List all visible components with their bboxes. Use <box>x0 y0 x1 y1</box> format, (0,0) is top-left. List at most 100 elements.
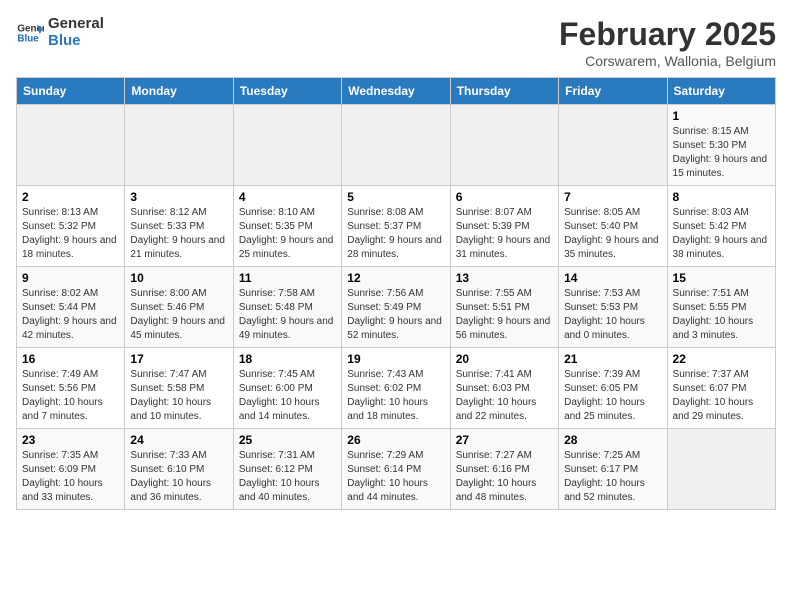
calendar-cell: 27 Sunrise: 7:27 AM Sunset: 6:16 PM Dayli… <box>450 429 558 510</box>
day-number: 8 <box>673 190 770 204</box>
calendar-week-5: 23 Sunrise: 7:35 AM Sunset: 6:09 PM Dayli… <box>17 429 776 510</box>
logo-icon: General Blue <box>16 19 44 47</box>
day-info: Sunrise: 7:31 AM Sunset: 6:12 PM Dayligh… <box>239 449 336 505</box>
day-number: 25 <box>239 433 336 447</box>
day-info: Sunrise: 7:55 AM Sunset: 5:51 PM Dayligh… <box>456 287 553 343</box>
calendar-cell: 4Sunrise: 8:10 AM Sunset: 5:35 PM Daylig… <box>233 186 341 267</box>
day-number: 28 <box>564 433 661 447</box>
calendar-week-2: 2 Sunrise: 8:13 AM Sunset: 5:32 PM Daylig… <box>17 186 776 267</box>
day-info: Sunrise: 7:25 AM Sunset: 6:17 PM Dayligh… <box>564 449 661 505</box>
header-sunday: Sunday <box>17 78 125 105</box>
day-number: 12 <box>347 271 444 285</box>
day-info: Sunrise: 7:41 AM Sunset: 6:03 PM Dayligh… <box>456 368 553 424</box>
day-number: 7 <box>564 190 661 204</box>
calendar-cell <box>667 429 775 510</box>
calendar-cell: 15 Sunrise: 7:51 AM Sunset: 5:55 PM Dayli… <box>667 267 775 348</box>
day-number: 14 <box>564 271 661 285</box>
calendar-cell <box>17 105 125 186</box>
title-block: February 2025 Corswarem, Wallonia, Belgi… <box>559 16 776 69</box>
day-info: Sunrise: 8:08 AM Sunset: 5:37 PM Dayligh… <box>347 206 444 262</box>
day-info: Sunrise: 8:03 AM Sunset: 5:42 PM Dayligh… <box>673 206 770 262</box>
calendar-cell <box>342 105 450 186</box>
day-info: Sunrise: 7:51 AM Sunset: 5:55 PM Dayligh… <box>673 287 770 343</box>
calendar-cell: 8 Sunrise: 8:03 AM Sunset: 5:42 PM Daylig… <box>667 186 775 267</box>
calendar-cell: 10 Sunrise: 8:00 AM Sunset: 5:46 PM Dayli… <box>125 267 233 348</box>
header-saturday: Saturday <box>667 78 775 105</box>
day-info: Sunrise: 7:33 AM Sunset: 6:10 PM Dayligh… <box>130 449 227 505</box>
day-number: 27 <box>456 433 553 447</box>
day-number: 22 <box>673 352 770 366</box>
day-number: 9 <box>22 271 119 285</box>
calendar-cell: 2 Sunrise: 8:13 AM Sunset: 5:32 PM Daylig… <box>17 186 125 267</box>
calendar-cell: 9 Sunrise: 8:02 AM Sunset: 5:44 PM Daylig… <box>17 267 125 348</box>
day-info: Sunrise: 7:27 AM Sunset: 6:16 PM Dayligh… <box>456 449 553 505</box>
day-number: 13 <box>456 271 553 285</box>
day-number: 2 <box>22 190 119 204</box>
day-info: Sunrise: 8:05 AM Sunset: 5:40 PM Dayligh… <box>564 206 661 262</box>
day-info: Sunrise: 7:56 AM Sunset: 5:49 PM Dayligh… <box>347 287 444 343</box>
calendar-cell: 17 Sunrise: 7:47 AM Sunset: 5:58 PM Dayli… <box>125 348 233 429</box>
header-friday: Friday <box>559 78 667 105</box>
logo: General Blue General Blue <box>16 16 104 49</box>
day-number: 26 <box>347 433 444 447</box>
day-number: 18 <box>239 352 336 366</box>
day-info: Sunrise: 7:37 AM Sunset: 6:07 PM Dayligh… <box>673 368 770 424</box>
calendar-cell: 25 Sunrise: 7:31 AM Sunset: 6:12 PM Dayli… <box>233 429 341 510</box>
calendar-cell: 26 Sunrise: 7:29 AM Sunset: 6:14 PM Dayli… <box>342 429 450 510</box>
day-info: Sunrise: 8:02 AM Sunset: 5:44 PM Dayligh… <box>22 287 119 343</box>
header-tuesday: Tuesday <box>233 78 341 105</box>
calendar-cell: 1 Sunrise: 8:15 AM Sunset: 5:30 PM Daylig… <box>667 105 775 186</box>
day-number: 23 <box>22 433 119 447</box>
logo-general: General <box>48 16 104 33</box>
day-number: 20 <box>456 352 553 366</box>
day-info: Sunrise: 8:00 AM Sunset: 5:46 PM Dayligh… <box>130 287 227 343</box>
calendar-cell: 12 Sunrise: 7:56 AM Sunset: 5:49 PM Dayli… <box>342 267 450 348</box>
calendar-cell: 3Sunrise: 8:12 AM Sunset: 5:33 PM Daylig… <box>125 186 233 267</box>
calendar-cell: 28 Sunrise: 7:25 AM Sunset: 6:17 PM Dayli… <box>559 429 667 510</box>
calendar-cell: 5 Sunrise: 8:08 AM Sunset: 5:37 PM Daylig… <box>342 186 450 267</box>
calendar-cell <box>450 105 558 186</box>
day-number: 5 <box>347 190 444 204</box>
calendar-cell: 22 Sunrise: 7:37 AM Sunset: 6:07 PM Dayli… <box>667 348 775 429</box>
header-monday: Monday <box>125 78 233 105</box>
calendar-week-3: 9 Sunrise: 8:02 AM Sunset: 5:44 PM Daylig… <box>17 267 776 348</box>
day-number: 17 <box>130 352 227 366</box>
day-info: Sunrise: 7:58 AM Sunset: 5:48 PM Dayligh… <box>239 287 336 343</box>
day-info: Sunrise: 7:35 AM Sunset: 6:09 PM Dayligh… <box>22 449 119 505</box>
calendar-cell: 18 Sunrise: 7:45 AM Sunset: 6:00 PM Dayli… <box>233 348 341 429</box>
day-number: 15 <box>673 271 770 285</box>
day-info: Sunrise: 7:45 AM Sunset: 6:00 PM Dayligh… <box>239 368 336 424</box>
calendar-cell: 14 Sunrise: 7:53 AM Sunset: 5:53 PM Dayli… <box>559 267 667 348</box>
calendar-week-1: 1 Sunrise: 8:15 AM Sunset: 5:30 PM Daylig… <box>17 105 776 186</box>
calendar-cell: 11 Sunrise: 7:58 AM Sunset: 5:48 PM Dayli… <box>233 267 341 348</box>
day-number: 21 <box>564 352 661 366</box>
day-number: 16 <box>22 352 119 366</box>
calendar-table: SundayMondayTuesdayWednesdayThursdayFrid… <box>16 77 776 510</box>
day-info: Sunrise: 7:29 AM Sunset: 6:14 PM Dayligh… <box>347 449 444 505</box>
calendar-cell: 16 Sunrise: 7:49 AM Sunset: 5:56 PM Dayli… <box>17 348 125 429</box>
calendar-cell: 13 Sunrise: 7:55 AM Sunset: 5:51 PM Dayli… <box>450 267 558 348</box>
page-header: General Blue General Blue February 2025 … <box>16 16 776 69</box>
day-number: 6 <box>456 190 553 204</box>
month-title: February 2025 <box>559 16 776 53</box>
day-number: 3 <box>130 190 227 204</box>
calendar-cell: 21Sunrise: 7:39 AM Sunset: 6:05 PM Dayli… <box>559 348 667 429</box>
calendar-cell: 23 Sunrise: 7:35 AM Sunset: 6:09 PM Dayli… <box>17 429 125 510</box>
day-number: 1 <box>673 109 770 123</box>
calendar-week-4: 16 Sunrise: 7:49 AM Sunset: 5:56 PM Dayli… <box>17 348 776 429</box>
calendar-cell: 19Sunrise: 7:43 AM Sunset: 6:02 PM Dayli… <box>342 348 450 429</box>
day-info: Sunrise: 7:49 AM Sunset: 5:56 PM Dayligh… <box>22 368 119 424</box>
day-info: Sunrise: 8:13 AM Sunset: 5:32 PM Dayligh… <box>22 206 119 262</box>
day-info: Sunrise: 7:47 AM Sunset: 5:58 PM Dayligh… <box>130 368 227 424</box>
calendar-cell <box>559 105 667 186</box>
calendar-cell: 20 Sunrise: 7:41 AM Sunset: 6:03 PM Dayli… <box>450 348 558 429</box>
calendar-cell: 6Sunrise: 8:07 AM Sunset: 5:39 PM Daylig… <box>450 186 558 267</box>
logo-blue: Blue <box>48 33 104 50</box>
day-number: 11 <box>239 271 336 285</box>
day-info: Sunrise: 8:15 AM Sunset: 5:30 PM Dayligh… <box>673 125 770 181</box>
location-subtitle: Corswarem, Wallonia, Belgium <box>559 53 776 69</box>
day-number: 10 <box>130 271 227 285</box>
day-info: Sunrise: 7:53 AM Sunset: 5:53 PM Dayligh… <box>564 287 661 343</box>
day-info: Sunrise: 7:43 AM Sunset: 6:02 PM Dayligh… <box>347 368 444 424</box>
day-info: Sunrise: 8:10 AM Sunset: 5:35 PM Dayligh… <box>239 206 336 262</box>
